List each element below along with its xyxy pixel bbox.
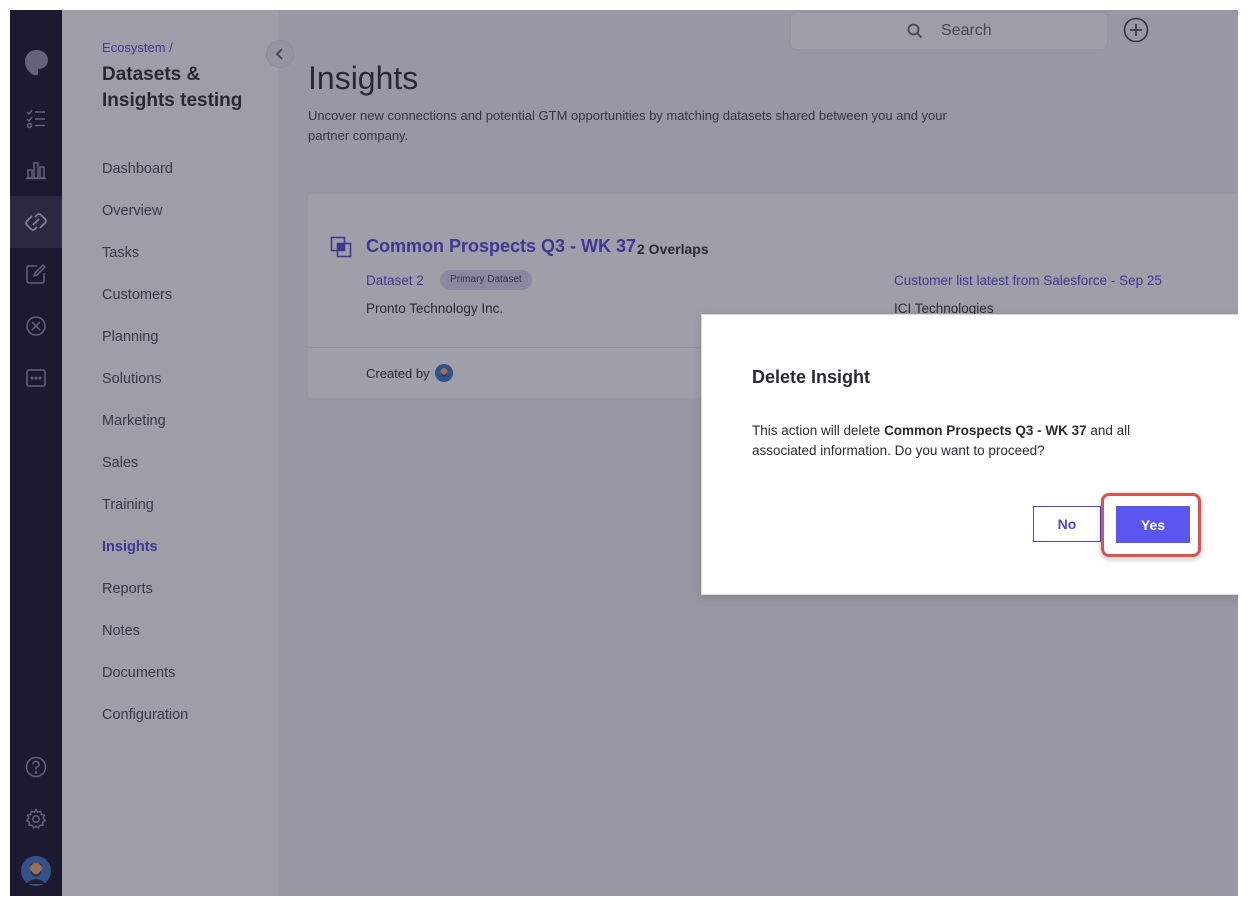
dialog-message-insight-name: Common Prospects Q3 - WK 37 [884, 423, 1087, 438]
dialog-message: This action will delete Common Prospects… [752, 421, 1192, 461]
app-window: Ecosystem / Datasets & Insights testing … [10, 10, 1238, 896]
yes-button[interactable]: Yes [1116, 506, 1190, 543]
no-button[interactable]: No [1033, 506, 1101, 542]
dialog-title: Delete Insight [752, 367, 871, 387]
delete-insight-dialog: Delete Insight This action will delete C… [701, 314, 1238, 595]
dialog-message-prefix: This action will delete [752, 423, 885, 438]
